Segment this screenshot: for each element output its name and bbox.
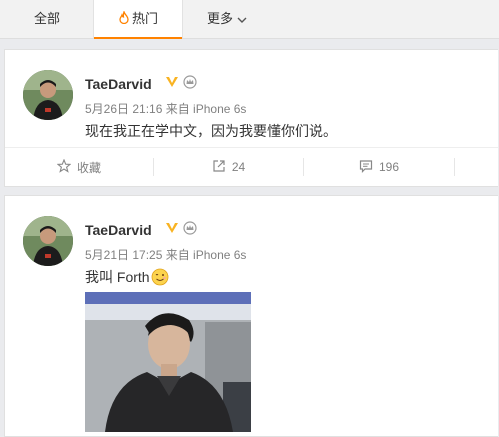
username[interactable]: TaeDarvid	[85, 222, 152, 238]
tab-hot[interactable]: 热门	[93, 0, 183, 39]
user-badges	[165, 221, 197, 240]
verified-icon[interactable]	[165, 221, 179, 240]
chevron-down-icon	[237, 1, 247, 39]
post-photo[interactable]	[85, 292, 251, 432]
crown-icon[interactable]	[183, 221, 197, 240]
repost-icon	[212, 159, 226, 176]
favorite-label: 收藏	[76, 160, 101, 175]
post-text: 我叫 Forth	[85, 269, 150, 285]
post-card: TaeDarvid 5月26日 21:16 来自 iPhone 6s 现在我正在…	[4, 49, 498, 187]
repost-count: 24	[231, 160, 246, 174]
post-card: TaeDarvid 5月21日 17:25 来自 iPhone 6s 我叫 Fo…	[4, 195, 498, 437]
avatar[interactable]	[23, 216, 73, 266]
flame-icon	[118, 1, 130, 39]
comment-count: 196	[378, 160, 400, 174]
tab-hot-label: 热门	[131, 11, 158, 26]
tab-all[interactable]: 全部	[0, 0, 94, 38]
star-icon	[56, 158, 72, 176]
post-text-row: 我叫 Forth	[85, 267, 169, 287]
avatar[interactable]	[23, 70, 73, 120]
post-meta: 5月26日 21:16 来自 iPhone 6s	[85, 102, 247, 116]
repost-button[interactable]: 24	[154, 148, 303, 186]
tab-more[interactable]: 更多	[182, 0, 272, 38]
wink-emoji-icon	[151, 268, 169, 286]
post-actions: 收藏 24 196	[5, 147, 498, 186]
comment-button[interactable]: 196	[304, 148, 454, 186]
crown-icon[interactable]	[183, 75, 197, 94]
post-text: 现在我正在学中文，因为我要懂你们说。	[85, 123, 337, 139]
comment-icon	[359, 159, 373, 176]
user-badges	[165, 75, 197, 94]
post-meta: 5月21日 17:25 来自 iPhone 6s	[85, 248, 247, 262]
username[interactable]: TaeDarvid	[85, 76, 152, 92]
divider	[454, 158, 455, 176]
tab-all-label: 全部	[33, 11, 60, 26]
verified-icon[interactable]	[165, 75, 179, 94]
feed-tab-bar: 全部 热门 更多	[0, 0, 499, 39]
favorite-button[interactable]: 收藏	[5, 148, 153, 186]
tab-more-label: 更多	[206, 11, 233, 26]
